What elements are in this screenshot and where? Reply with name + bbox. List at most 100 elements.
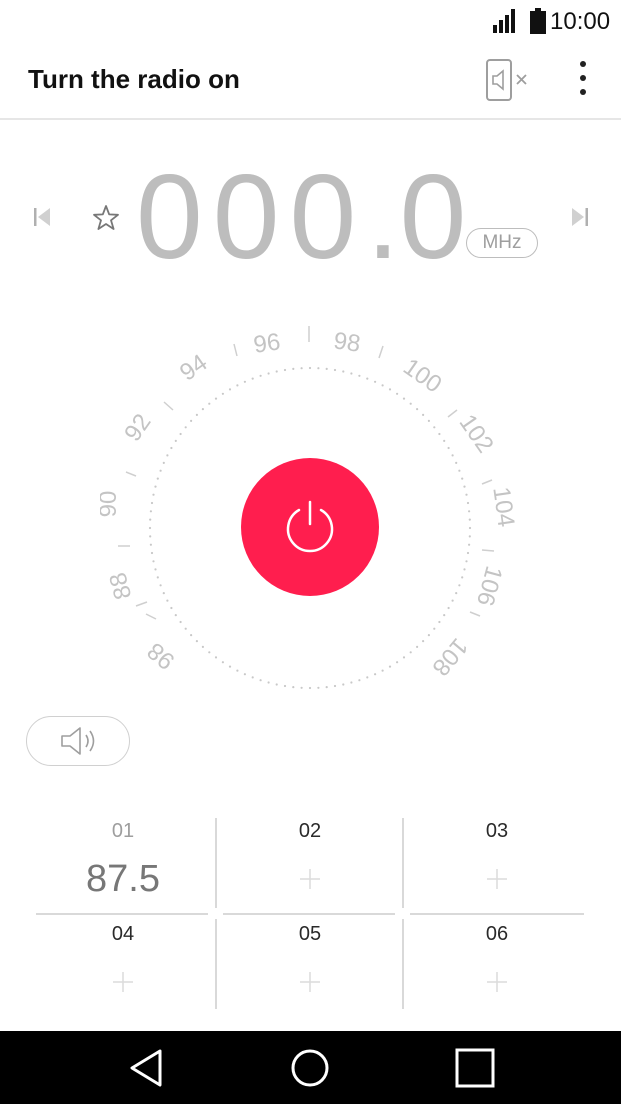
home-icon [291,1049,329,1087]
preset-01[interactable]: 01 87.5 [30,818,216,913]
skip-previous-button[interactable] [30,204,56,230]
dial-tick [468,518,471,521]
back-button[interactable] [124,1045,170,1091]
preset-05[interactable]: 05 [217,921,403,1016]
dial-tick [184,627,187,630]
dial-tick [350,372,353,375]
app-bar: Turn the radio on [0,44,621,120]
dial-tick [447,446,450,450]
preset-number: 01 [111,820,135,842]
grid-divider [223,913,395,915]
dial-tick [465,493,468,496]
dial-tick [402,656,406,659]
home-button[interactable] [287,1045,333,1091]
skip-next-button[interactable] [566,204,592,230]
dial-label: 102 [454,410,499,458]
dial-tick [468,535,471,538]
presets-grid: 01 87.5 02 03 04 05 06 [30,818,590,1009]
signal-icon [493,9,515,33]
dial-tick [292,686,295,689]
preset-04[interactable]: 04 [30,921,216,1016]
dial-tick [154,568,157,571]
speaker-output-button[interactable] [26,716,130,766]
dial-tick [150,501,154,505]
add-icon [487,869,507,889]
dial-tick [156,576,159,579]
dial-tick [184,426,187,429]
dial-tick [366,377,369,380]
grid-divider [36,913,208,915]
navigation-bar [0,1031,621,1104]
dial-tick [236,384,239,387]
unit-badge: MHz [466,228,538,258]
dial-tick [409,651,412,654]
preset-03[interactable]: 03 [404,818,590,913]
dial-tick [259,374,262,377]
page-title: Turn the radio on [28,64,240,94]
dial-tick [179,620,182,624]
dial-tick [381,384,384,387]
dial-tick [381,669,384,672]
dial-tick [342,683,345,686]
dial-label: 90 [100,491,122,518]
dial-tick [149,510,152,513]
preset-06[interactable]: 06 [404,921,590,1016]
battery-icon [530,8,546,34]
dial-tick [427,634,430,637]
dial-tick [214,656,218,659]
dial-tick [292,367,295,370]
dial-label: 100 [398,353,446,398]
dial-tick [350,681,353,684]
dial-tick [358,679,361,682]
dial-tick [190,419,193,422]
grid-divider [410,913,584,915]
dial-tick [267,372,270,375]
dial-tick [208,651,211,654]
dial-tick [402,397,406,400]
dial-tick [275,683,278,686]
recents-icon [455,1048,495,1088]
dial-label: 94 [175,349,212,386]
grid-divider [215,818,217,908]
dial-tick [451,454,454,457]
dial-tick [433,627,436,630]
dial-tick [433,426,436,429]
skip-next-icon [572,208,588,226]
power-icon [286,500,334,553]
dial-tick [179,432,182,436]
dial-tick [166,599,169,602]
power-button[interactable] [241,458,379,596]
dial-tick [463,485,466,488]
dial-tick [422,413,425,416]
dial-tick [152,493,155,496]
dial-tick [166,454,169,457]
preset-02[interactable]: 02 [217,818,403,913]
dial-tick [159,469,162,472]
frequency-whole: 000 [136,150,367,284]
dial-tick [416,408,419,411]
dial-tick [195,640,198,643]
dial-tick [458,469,461,472]
dial-tick [195,413,198,416]
favorite-button[interactable] [90,202,122,234]
preset-number: 02 [298,820,322,842]
dial-label: 88 [104,570,137,603]
dial-tick [221,661,224,664]
dial-tick [374,673,377,676]
dial-tick [333,684,337,688]
dial-tick [154,485,157,488]
more-options-button[interactable] [566,58,600,102]
dial-tick [374,380,377,383]
dial-tick [455,461,458,464]
recents-button[interactable] [452,1045,498,1091]
dial-label: 108 [427,633,473,681]
dial-tick [308,686,312,690]
dial-tick [243,673,246,676]
dial-tick [388,388,392,391]
dial-tick [422,640,425,643]
frequency-decimal: 0 [399,150,477,284]
skip-previous-icon [34,208,50,226]
dial-tick [466,551,470,555]
preset-number: 06 [485,923,509,945]
speaker-mute-button[interactable] [484,58,532,102]
